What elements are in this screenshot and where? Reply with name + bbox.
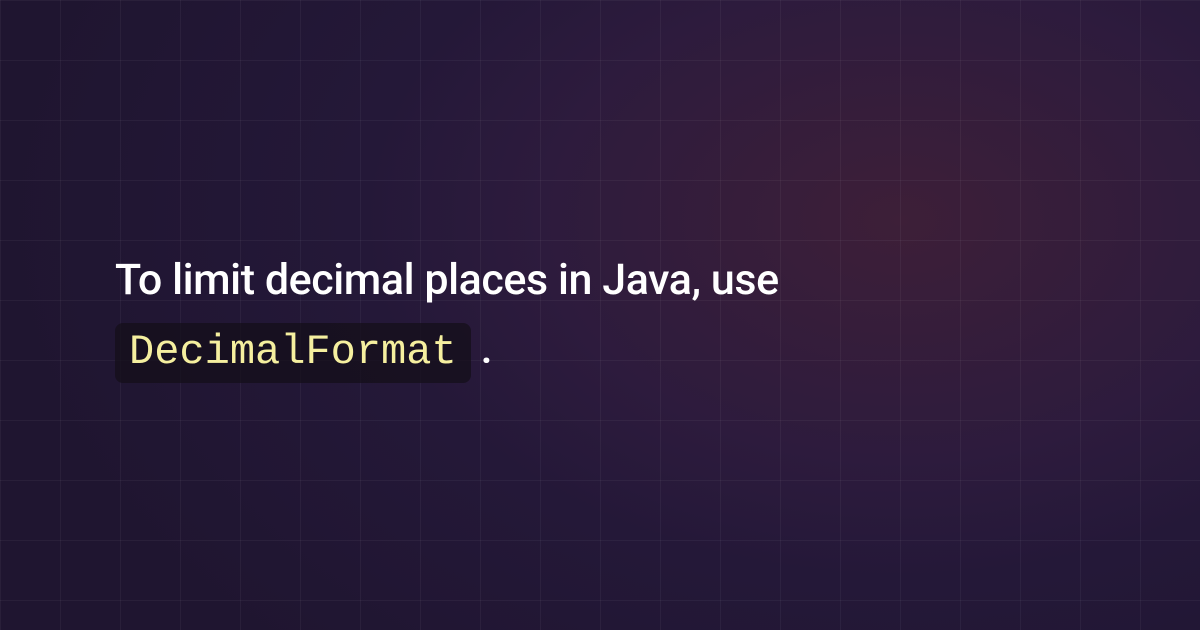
text-after-code: . (481, 324, 493, 374)
content-block: To limit decimal places in Java, use Dec… (115, 246, 779, 384)
inline-code: DecimalFormat (115, 323, 471, 383)
heading-text: To limit decimal places in Java, use Dec… (115, 246, 779, 384)
text-before-code: To limit decimal places in Java, use (115, 255, 779, 305)
card-container: To limit decimal places in Java, use Dec… (0, 0, 1200, 630)
